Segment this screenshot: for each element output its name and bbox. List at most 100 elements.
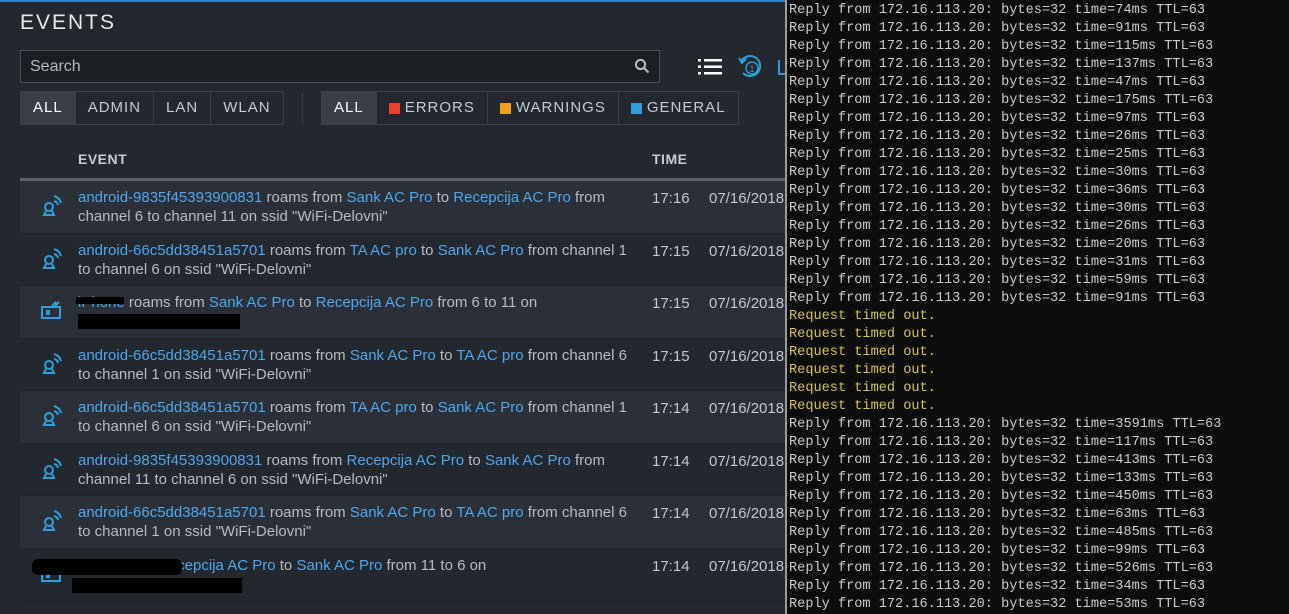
event-link[interactable]: Recepcija AC Pro xyxy=(316,294,434,311)
wireless-client-icon xyxy=(42,352,62,374)
filter-level-warnings[interactable]: WARNINGS xyxy=(488,92,619,124)
event-link[interactable]: android-66c5dd38451a5701 xyxy=(78,347,266,364)
event-link[interactable]: Sank AC Pro xyxy=(350,347,436,364)
event-text-segment: roams from xyxy=(265,241,350,259)
filter-level-errors[interactable]: ERRORS xyxy=(377,92,488,124)
events-table-body: android-9835f45393900831 roams from Sank… xyxy=(20,181,785,601)
event-link[interactable]: TA AC pro xyxy=(350,242,417,259)
event-link[interactable]: Sank AC Pro xyxy=(209,294,295,311)
event-date: 07/16/2018 xyxy=(709,505,785,522)
time-range-icon[interactable]: 1 xyxy=(738,53,766,79)
event-text-segment: to xyxy=(275,556,297,574)
terminal-line: Request timed out. xyxy=(789,345,936,360)
calendar-icon[interactable] xyxy=(777,57,785,77)
event-link[interactable]: TA AC pro xyxy=(456,347,523,364)
search-input[interactable] xyxy=(21,51,621,82)
filter-category-all[interactable]: ALL xyxy=(21,92,76,124)
terminal-line: Reply from 172.16.113.20: bytes=32 time=… xyxy=(789,291,1206,306)
ping-terminal: Reply from 172.16.113.20: bytes=32 time=… xyxy=(785,0,1289,614)
terminal-line: Reply from 172.16.113.20: bytes=32 time=… xyxy=(789,561,1214,576)
list-view-icon[interactable] xyxy=(697,57,723,77)
event-text-segment: from 11 to 6 on xyxy=(382,556,487,574)
terminal-line: Reply from 172.16.113.20: bytes=32 time=… xyxy=(789,219,1206,234)
wireless-client-icon xyxy=(42,457,62,479)
terminal-line: Reply from 172.16.113.20: bytes=32 time=… xyxy=(789,417,1222,432)
event-text-segment: to xyxy=(435,504,457,521)
event-text-segment: to xyxy=(416,399,438,416)
wireless-client-icon xyxy=(42,195,62,216)
terminal-line: Request timed out. xyxy=(789,381,936,396)
filter-category-admin[interactable]: ADMIN xyxy=(76,92,155,124)
event-link[interactable]: Sank AC Pro xyxy=(347,189,433,206)
table-row[interactable]: android-66c5dd38451a5701 roams from TA A… xyxy=(20,391,785,444)
terminal-line: Reply from 172.16.113.20: bytes=32 time=… xyxy=(789,57,1214,72)
event-text-segment: roams from xyxy=(265,399,350,416)
event-link[interactable]: Sank AC Pro xyxy=(485,452,571,469)
table-row[interactable]: android-66c5dd38451a5701 roams from Sank… xyxy=(20,496,785,549)
event-text-segment: to xyxy=(416,241,438,259)
event-link[interactable]: android-66c5dd38451a5701 xyxy=(78,242,266,259)
filter-level-general[interactable]: GENERAL xyxy=(619,92,738,124)
wireless-client-icon xyxy=(42,405,62,426)
event-link[interactable]: android-66c5dd38451a5701 xyxy=(78,504,266,521)
search-icon[interactable] xyxy=(634,58,650,74)
event-time: 17:15 xyxy=(652,295,690,312)
table-row[interactable]: android-66c5dd38451a5701 roams from Sank… xyxy=(20,338,785,391)
event-link[interactable]: Sank AC Pro xyxy=(438,399,524,416)
event-link[interactable]: TA AC pro xyxy=(456,504,523,521)
event-link[interactable]: android-9835f45393900831 xyxy=(78,189,262,206)
table-row[interactable]: android-9835f45393900831 roams from Sank… xyxy=(20,181,785,234)
category-filter: ALL ADMIN LAN WLAN xyxy=(20,91,284,125)
event-time: 17:14 xyxy=(652,557,690,575)
terminal-line: Reply from 172.16.113.20: bytes=32 time=… xyxy=(789,435,1214,450)
wireless-client-icon xyxy=(42,510,62,531)
filter-level-label: WARNINGS xyxy=(515,99,606,116)
table-row[interactable]: android-9835f45393900831 roams from Rece… xyxy=(20,443,785,496)
event-text-segment: to xyxy=(435,346,457,364)
search-box[interactable] xyxy=(20,50,660,83)
events-panel: EVENTS 1 ALL ADMIN LAN WLAN ALL ERRORS W… xyxy=(0,0,785,614)
redaction-mark xyxy=(32,559,182,575)
terminal-line: Request timed out. xyxy=(789,399,936,414)
terminal-line: Request timed out. xyxy=(789,363,936,378)
column-header-time[interactable]: TIME xyxy=(652,151,687,167)
event-link[interactable]: android-9835f45393900831 xyxy=(78,452,262,469)
terminal-line: Reply from 172.16.113.20: bytes=32 time=… xyxy=(789,183,1206,198)
filter-level-label: ERRORS xyxy=(404,99,475,116)
warnings-color-swatch xyxy=(499,102,511,114)
column-header-event[interactable]: EVENT xyxy=(78,151,127,167)
terminal-line: Request timed out. xyxy=(789,327,936,342)
event-link[interactable]: Recepcija AC Pro xyxy=(453,189,571,206)
redaction-mark xyxy=(78,314,240,329)
terminal-line: Reply from 172.16.113.20: bytes=32 time=… xyxy=(789,255,1206,270)
event-link[interactable]: TA AC pro xyxy=(350,399,417,416)
event-link[interactable]: Recepcija AC Pro xyxy=(347,452,465,469)
filter-category-lan[interactable]: LAN xyxy=(154,92,212,124)
event-text-segment: roams from xyxy=(262,451,347,469)
terminal-line: Reply from 172.16.113.20: bytes=32 time=… xyxy=(789,525,1214,540)
level-filter: ALL ERRORS WARNINGS GENERAL xyxy=(321,91,739,125)
event-text-segment: roams from xyxy=(265,504,350,521)
filter-level-all[interactable]: ALL xyxy=(322,92,377,124)
page-title: EVENTS xyxy=(20,11,117,34)
table-row[interactable]: iPhone roams from Sank AC Pro to Recepci… xyxy=(20,286,785,339)
event-date: 07/16/2018 xyxy=(709,452,785,470)
terminal-line: Reply from 172.16.113.20: bytes=32 time=… xyxy=(789,273,1206,288)
event-date: 07/16/2018 xyxy=(709,190,785,207)
table-row[interactable]: android-66c5dd38451a5701 roams from TA A… xyxy=(20,233,785,286)
event-link[interactable]: Sank AC Pro xyxy=(438,242,524,259)
event-time: 17:15 xyxy=(652,347,690,365)
top-accent-line xyxy=(0,0,785,2)
wired-client-icon xyxy=(41,301,61,319)
event-text-segment: to xyxy=(432,189,454,206)
event-link[interactable]: android-66c5dd38451a5701 xyxy=(78,399,266,416)
event-link[interactable]: Sank AC Pro xyxy=(350,504,436,521)
event-time: 17:14 xyxy=(652,452,690,470)
event-text: android-66c5dd38451a5701 roams from TA A… xyxy=(78,241,638,279)
filter-category-wlan[interactable]: WLAN xyxy=(211,92,282,124)
event-date: 07/16/2018 xyxy=(709,557,785,575)
event-link[interactable]: Sank AC Pro xyxy=(296,557,382,574)
terminal-line: Reply from 172.16.113.20: bytes=32 time=… xyxy=(789,543,1206,558)
errors-color-swatch xyxy=(388,102,400,114)
terminal-line: Reply from 172.16.113.20: bytes=32 time=… xyxy=(789,597,1206,612)
